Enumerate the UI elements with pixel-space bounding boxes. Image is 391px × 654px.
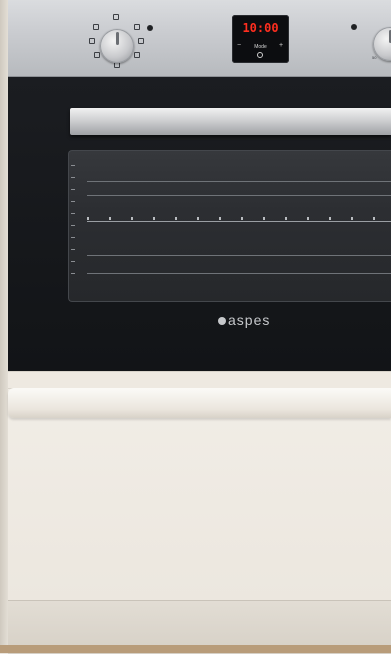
function-symbol-icon <box>94 52 100 58</box>
oven-rack <box>87 273 391 274</box>
indicator-light-icon <box>147 25 153 31</box>
oven-rack <box>87 195 391 196</box>
side-rail <box>71 165 75 275</box>
function-symbol-icon <box>138 38 144 44</box>
function-symbol-icon <box>134 52 140 58</box>
oven-window <box>68 150 391 302</box>
oven-rack <box>87 217 391 220</box>
function-symbol-icon <box>93 24 99 30</box>
oven-rack <box>87 255 391 256</box>
cabinet-side-panel <box>0 0 8 653</box>
oven-control-panel: 10:00 − Mode + Tmax 50 <box>8 0 391 77</box>
trim-strip <box>8 371 391 389</box>
indicator-light-icon <box>351 24 357 30</box>
oven-rack <box>87 181 391 182</box>
brand-name: aspes <box>228 312 270 328</box>
door-handle[interactable] <box>70 108 391 135</box>
drawer-front <box>8 388 391 601</box>
plus-button[interactable]: + <box>279 42 283 49</box>
floor <box>0 645 391 653</box>
oven-rack <box>87 221 391 222</box>
knob-indicator-icon <box>116 32 119 45</box>
brand-logo: aspes <box>218 312 298 328</box>
function-symbol-icon <box>134 24 140 30</box>
function-selector-knob[interactable] <box>100 29 134 63</box>
function-symbol-icon <box>113 14 119 20</box>
display-time: 10:00 <box>232 21 289 35</box>
logo-dot-icon <box>218 317 226 325</box>
temperature-label: 50 <box>372 55 376 60</box>
drawer-handle[interactable] <box>8 388 391 418</box>
digital-display: 10:00 − Mode + <box>232 15 289 63</box>
function-symbol-icon <box>89 38 95 44</box>
timer-icon <box>257 52 263 58</box>
